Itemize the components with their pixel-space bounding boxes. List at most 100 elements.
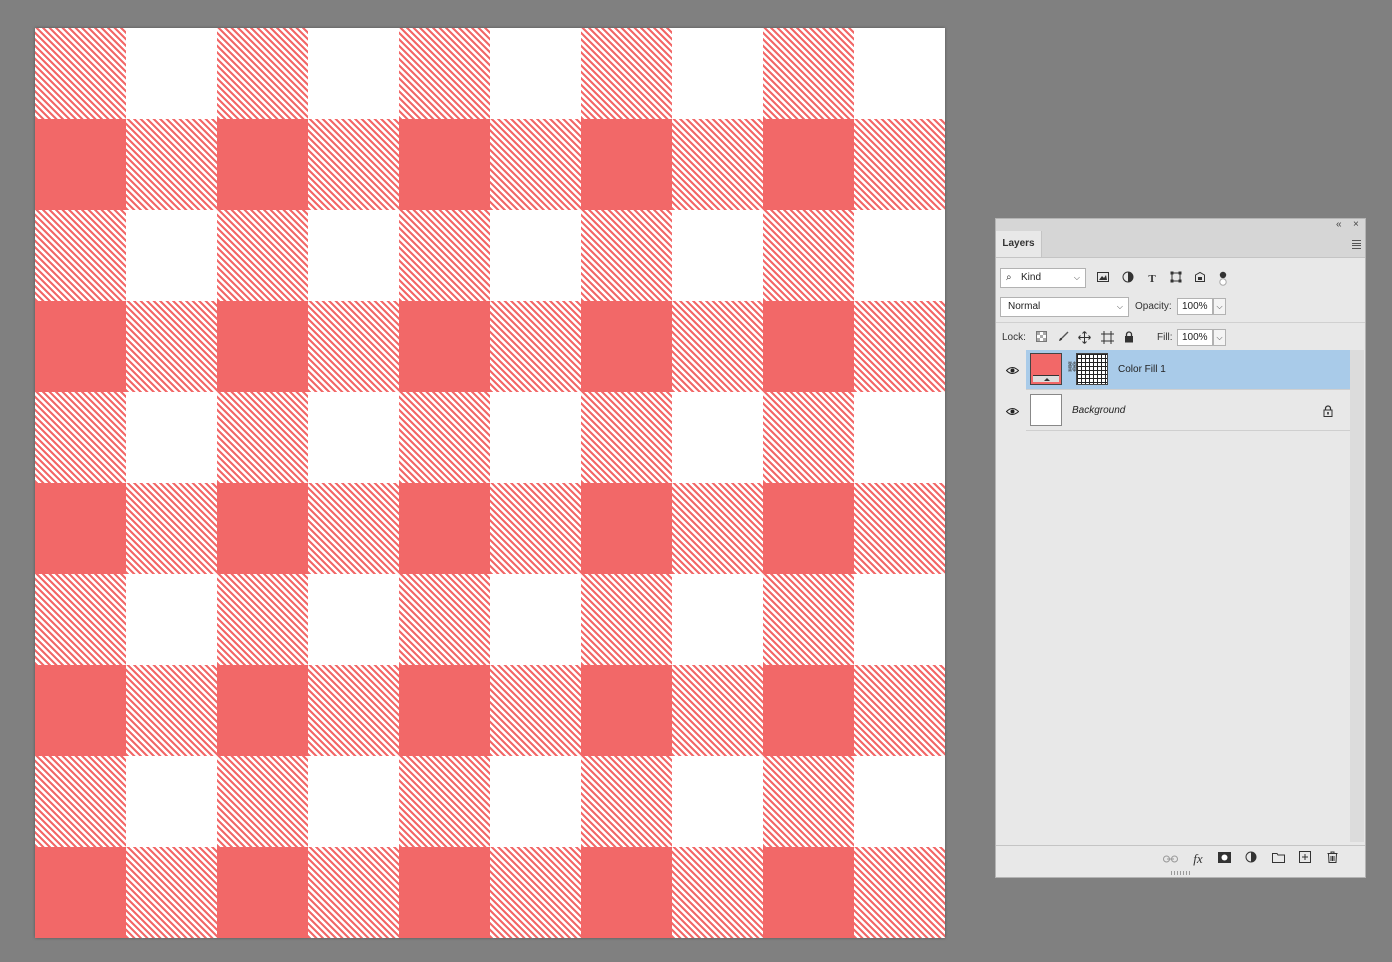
panel-menu-icon[interactable]: [1352, 240, 1361, 249]
gingham-striped-cell: [126, 665, 217, 756]
shape-filter-icon[interactable]: [1168, 271, 1184, 287]
chevron-down-icon: ⌵: [1073, 273, 1080, 282]
blend-mode-label: Normal: [1008, 301, 1041, 312]
smart-object-filter-icon[interactable]: [1192, 271, 1208, 287]
filter-kind-label: Kind: [1021, 272, 1042, 283]
panel-resize-grip[interactable]: [1171, 871, 1191, 875]
opacity-slider-toggle[interactable]: ⌵: [1213, 298, 1226, 315]
gingham-striped-cell: [763, 756, 854, 847]
gingham-solid-cell: [399, 483, 490, 574]
gingham-striped-cell: [581, 392, 672, 483]
gingham-solid-cell: [763, 847, 854, 938]
delete-layer-icon[interactable]: [1323, 850, 1341, 868]
gingham-solid-cell: [217, 847, 308, 938]
gingham-striped-cell: [672, 483, 763, 574]
adjustment-filter-icon[interactable]: [1120, 271, 1136, 287]
gingham-striped-cell: [308, 301, 399, 392]
add-mask-icon[interactable]: [1215, 850, 1233, 868]
gingham-striped-cell: [854, 847, 945, 938]
gingham-striped-cell: [672, 301, 763, 392]
gingham-striped-cell: [308, 665, 399, 756]
gingham-striped-cell: [854, 483, 945, 574]
layer-row-color-fill[interactable]: ⛓ Color Fill 1: [996, 350, 1350, 390]
close-icon[interactable]: ×: [1353, 219, 1359, 231]
chevron-down-icon: ⌵: [1116, 302, 1123, 311]
gingham-solid-cell: [35, 847, 126, 938]
double-chevron-left-icon[interactable]: «: [1336, 219, 1342, 231]
layer-row-background[interactable]: Background: [996, 391, 1350, 431]
gingham-striped-cell: [763, 28, 854, 119]
layers-scrollbar[interactable]: [1350, 350, 1364, 842]
layer-name: Background: [1072, 405, 1126, 416]
mask-thumbnail[interactable]: [1076, 353, 1108, 385]
gingham-solid-cell: [763, 301, 854, 392]
background-thumbnail[interactable]: [1030, 394, 1062, 426]
gingham-striped-cell: [763, 392, 854, 483]
gingham-striped-cell: [35, 28, 126, 119]
gingham-solid-cell: [217, 483, 308, 574]
gingham-solid-cell: [581, 119, 672, 210]
lock-image-pixels-icon[interactable]: [1056, 331, 1070, 345]
gingham-solid-cell: [35, 301, 126, 392]
gingham-solid-cell: [399, 119, 490, 210]
new-adjustment-icon[interactable]: [1242, 850, 1260, 868]
gingham-striped-cell: [126, 847, 217, 938]
gingham-solid-cell: [35, 665, 126, 756]
filter-toggle-icon[interactable]: [1215, 271, 1231, 287]
lock-position-icon[interactable]: [1077, 331, 1091, 345]
gingham-solid-cell: [399, 665, 490, 756]
gingham-striped-cell: [217, 756, 308, 847]
tab-layers[interactable]: Layers: [996, 231, 1042, 257]
document-canvas[interactable]: [35, 28, 945, 938]
gingham-solid-cell: [581, 665, 672, 756]
image-filter-icon[interactable]: [1095, 271, 1111, 287]
gingham-striped-cell: [35, 210, 126, 301]
lock-label: Lock:: [1002, 332, 1026, 343]
eye-icon[interactable]: [1003, 403, 1021, 421]
gingham-striped-cell: [490, 301, 581, 392]
gingham-striped-cell: [35, 574, 126, 665]
fx-icon[interactable]: fx: [1189, 850, 1207, 868]
link-layers-icon[interactable]: [1161, 850, 1179, 868]
lock-artboard-icon[interactable]: [1100, 331, 1114, 345]
gingham-solid-cell: [581, 301, 672, 392]
filter-kind-select[interactable]: ⌕ Kind ⌵: [1000, 268, 1086, 288]
gingham-striped-cell: [490, 665, 581, 756]
new-group-icon[interactable]: [1269, 850, 1287, 868]
gingham-striped-cell: [217, 28, 308, 119]
gingham-striped-cell: [854, 665, 945, 756]
gingham-solid-cell: [35, 483, 126, 574]
lock-row: Lock: Fill: 100% ⌵: [996, 322, 1365, 351]
fill-slider-toggle[interactable]: ⌵: [1213, 329, 1226, 346]
new-layer-icon[interactable]: [1296, 850, 1314, 868]
gingham-striped-cell: [35, 392, 126, 483]
blend-mode-select[interactable]: Normal ⌵: [1000, 297, 1129, 317]
gingham-solid-cell: [217, 119, 308, 210]
gingham-striped-cell: [490, 847, 581, 938]
gingham-striped-cell: [490, 483, 581, 574]
gingham-striped-cell: [672, 847, 763, 938]
fill-input[interactable]: 100%: [1177, 329, 1213, 346]
gingham-striped-cell: [308, 483, 399, 574]
gingham-solid-cell: [217, 665, 308, 756]
gingham-solid-cell: [581, 847, 672, 938]
layers-panel: « × Layers ⌕ Kind ⌵ T Normal ⌵ Opacity: …: [995, 218, 1366, 878]
gingham-striped-cell: [399, 574, 490, 665]
gingham-striped-cell: [217, 574, 308, 665]
gingham-striped-cell: [581, 210, 672, 301]
type-filter-icon[interactable]: T: [1144, 271, 1160, 287]
gingham-striped-cell: [217, 392, 308, 483]
gingham-solid-cell: [763, 665, 854, 756]
fill-label: Fill:: [1157, 332, 1173, 343]
panel-action-bar: fx: [996, 845, 1365, 871]
opacity-input[interactable]: 100%: [1177, 298, 1213, 315]
lock-all-icon[interactable]: [1122, 331, 1136, 345]
gingham-striped-cell: [581, 28, 672, 119]
eye-icon[interactable]: [1003, 362, 1021, 380]
gingham-striped-cell: [308, 847, 399, 938]
gingham-striped-cell: [126, 301, 217, 392]
fill-thumbnail[interactable]: [1030, 353, 1062, 385]
gingham-striped-cell: [581, 756, 672, 847]
layer-name: Color Fill 1: [1118, 364, 1166, 375]
lock-transparent-pixels-icon[interactable]: [1034, 331, 1048, 345]
